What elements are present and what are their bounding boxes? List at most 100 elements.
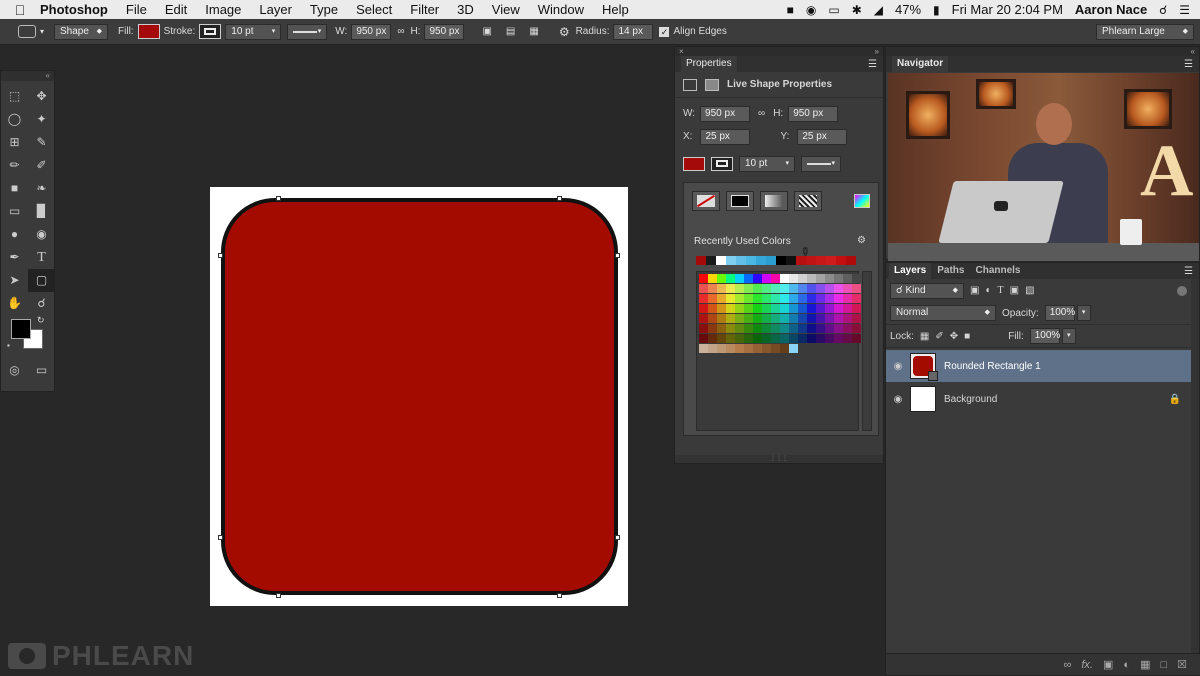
color-swatch[interactable] bbox=[744, 334, 753, 343]
tab-navigator[interactable]: Navigator bbox=[892, 56, 949, 72]
blur-tool-icon[interactable]: ● bbox=[1, 223, 28, 246]
menu-help[interactable]: Help bbox=[602, 2, 629, 17]
color-swatch[interactable] bbox=[807, 274, 816, 283]
color-swatch[interactable] bbox=[780, 314, 789, 323]
new-layer-icon[interactable]: □ bbox=[1160, 659, 1167, 671]
color-swatch[interactable] bbox=[726, 334, 735, 343]
color-swatch[interactable] bbox=[735, 284, 744, 293]
color-swatch[interactable] bbox=[744, 324, 753, 333]
color-swatch[interactable] bbox=[825, 334, 834, 343]
color-swatch[interactable] bbox=[699, 294, 708, 303]
marquee-tool-icon[interactable]: ⬚ bbox=[1, 85, 28, 108]
swap-colors-icon[interactable]: ↻ bbox=[37, 315, 45, 326]
collapse-icon[interactable]: « bbox=[1191, 47, 1195, 56]
color-swatch[interactable] bbox=[843, 274, 852, 283]
color-swatch[interactable] bbox=[789, 284, 798, 293]
foreground-color-swatch[interactable] bbox=[11, 319, 31, 339]
gradient-tool-icon[interactable]: ▉ bbox=[28, 200, 55, 223]
user-name[interactable]: Aaron Nace bbox=[1075, 2, 1147, 17]
color-swatch[interactable] bbox=[735, 324, 744, 333]
lock-position-icon[interactable]: ✥ bbox=[950, 331, 958, 342]
color-swatch[interactable] bbox=[735, 344, 744, 353]
rectangle-tool-icon[interactable]: ▢ bbox=[28, 269, 55, 292]
recent-color-swatch[interactable] bbox=[826, 256, 836, 265]
recent-color-swatch[interactable] bbox=[756, 256, 766, 265]
color-swatch[interactable] bbox=[798, 294, 807, 303]
color-swatch[interactable] bbox=[726, 294, 735, 303]
color-swatch[interactable] bbox=[699, 334, 708, 343]
adjustment-layer-icon[interactable]: ◐ bbox=[1123, 659, 1130, 671]
color-swatch[interactable] bbox=[780, 284, 789, 293]
color-swatch[interactable] bbox=[717, 314, 726, 323]
color-swatch[interactable] bbox=[789, 314, 798, 323]
color-swatch[interactable] bbox=[762, 324, 771, 333]
fill-dropdown[interactable]: ▾ bbox=[1061, 328, 1076, 344]
color-swatch[interactable] bbox=[780, 274, 789, 283]
zoom-tool-icon[interactable]: ☌ bbox=[28, 292, 55, 315]
airplay-icon[interactable]: ▭ bbox=[828, 3, 839, 17]
color-swatch[interactable] bbox=[771, 294, 780, 303]
color-swatch[interactable] bbox=[771, 274, 780, 283]
color-swatch[interactable] bbox=[726, 314, 735, 323]
anchor-handle[interactable] bbox=[276, 593, 281, 598]
add-mask-icon[interactable]: ▣ bbox=[1103, 658, 1113, 671]
color-swatch[interactable] bbox=[816, 284, 825, 293]
color-swatch[interactable] bbox=[816, 314, 825, 323]
rounded-rect-tool-icon[interactable] bbox=[18, 25, 36, 38]
tab-layers[interactable]: Layers bbox=[889, 263, 932, 279]
recent-color-swatch[interactable] bbox=[786, 256, 796, 265]
healing-brush-tool-icon[interactable]: ✏ bbox=[1, 154, 28, 177]
anchor-handle[interactable] bbox=[615, 253, 620, 258]
color-swatch[interactable] bbox=[762, 294, 771, 303]
pattern-button[interactable] bbox=[794, 191, 822, 211]
color-swatch[interactable] bbox=[789, 334, 798, 343]
color-swatch[interactable] bbox=[807, 334, 816, 343]
bluetooth-icon[interactable]: ✱ bbox=[852, 3, 862, 17]
path-arrangement-icon[interactable]: ▦ bbox=[529, 26, 538, 37]
menu-type[interactable]: Type bbox=[310, 2, 338, 17]
link-layers-icon[interactable]: ∞ bbox=[1064, 659, 1072, 671]
color-swatch[interactable] bbox=[852, 304, 861, 313]
fill-input[interactable]: 100% bbox=[1029, 328, 1060, 344]
clock[interactable]: Fri Mar 20 2:04 PM bbox=[952, 2, 1063, 17]
height-input[interactable]: 950 px bbox=[788, 105, 839, 122]
color-swatch[interactable] bbox=[771, 334, 780, 343]
menu-filter[interactable]: Filter bbox=[410, 2, 439, 17]
recent-color-swatch[interactable] bbox=[706, 256, 716, 265]
layers-scrollbar[interactable] bbox=[1191, 279, 1199, 653]
color-swatch[interactable] bbox=[753, 294, 762, 303]
visibility-eye-icon[interactable]: ◉ bbox=[886, 394, 910, 405]
magic-wand-tool-icon[interactable]: ✦ bbox=[28, 108, 55, 131]
color-swatch[interactable] bbox=[762, 284, 771, 293]
color-swatch[interactable] bbox=[834, 274, 843, 283]
color-swatch[interactable] bbox=[834, 324, 843, 333]
apple-icon[interactable]:  bbox=[0, 2, 40, 18]
menu-window[interactable]: Window bbox=[538, 2, 584, 17]
color-swatch[interactable] bbox=[843, 324, 852, 333]
align-edges-checkbox[interactable]: ✓ bbox=[659, 26, 670, 37]
color-swatch[interactable] bbox=[699, 314, 708, 323]
anchor-handle[interactable] bbox=[557, 593, 562, 598]
stroke-type-select[interactable]: ▾ bbox=[801, 155, 841, 172]
color-swatch[interactable] bbox=[780, 324, 789, 333]
color-swatch[interactable] bbox=[807, 314, 816, 323]
path-operations-icon[interactable]: ▣ bbox=[482, 26, 491, 37]
color-swatch[interactable] bbox=[834, 304, 843, 313]
fx-icon[interactable]: fx. bbox=[1081, 659, 1093, 671]
color-swatch[interactable] bbox=[834, 294, 843, 303]
color-swatch[interactable] bbox=[852, 294, 861, 303]
color-swatch[interactable] bbox=[780, 344, 789, 353]
menu-select[interactable]: Select bbox=[356, 2, 392, 17]
color-swatch[interactable] bbox=[834, 334, 843, 343]
tab-paths[interactable]: Paths bbox=[932, 263, 969, 279]
camera-icon[interactable]: ■ bbox=[787, 3, 794, 17]
menu-edit[interactable]: Edit bbox=[165, 2, 187, 17]
color-swatch[interactable] bbox=[807, 284, 816, 293]
move-tool-icon[interactable]: ✥ bbox=[28, 85, 55, 108]
menu-image[interactable]: Image bbox=[205, 2, 241, 17]
color-swatch[interactable] bbox=[717, 334, 726, 343]
color-swatch[interactable] bbox=[789, 304, 798, 313]
color-swatch[interactable] bbox=[852, 334, 861, 343]
color-swatch[interactable] bbox=[825, 304, 834, 313]
color-swatch[interactable] bbox=[780, 304, 789, 313]
